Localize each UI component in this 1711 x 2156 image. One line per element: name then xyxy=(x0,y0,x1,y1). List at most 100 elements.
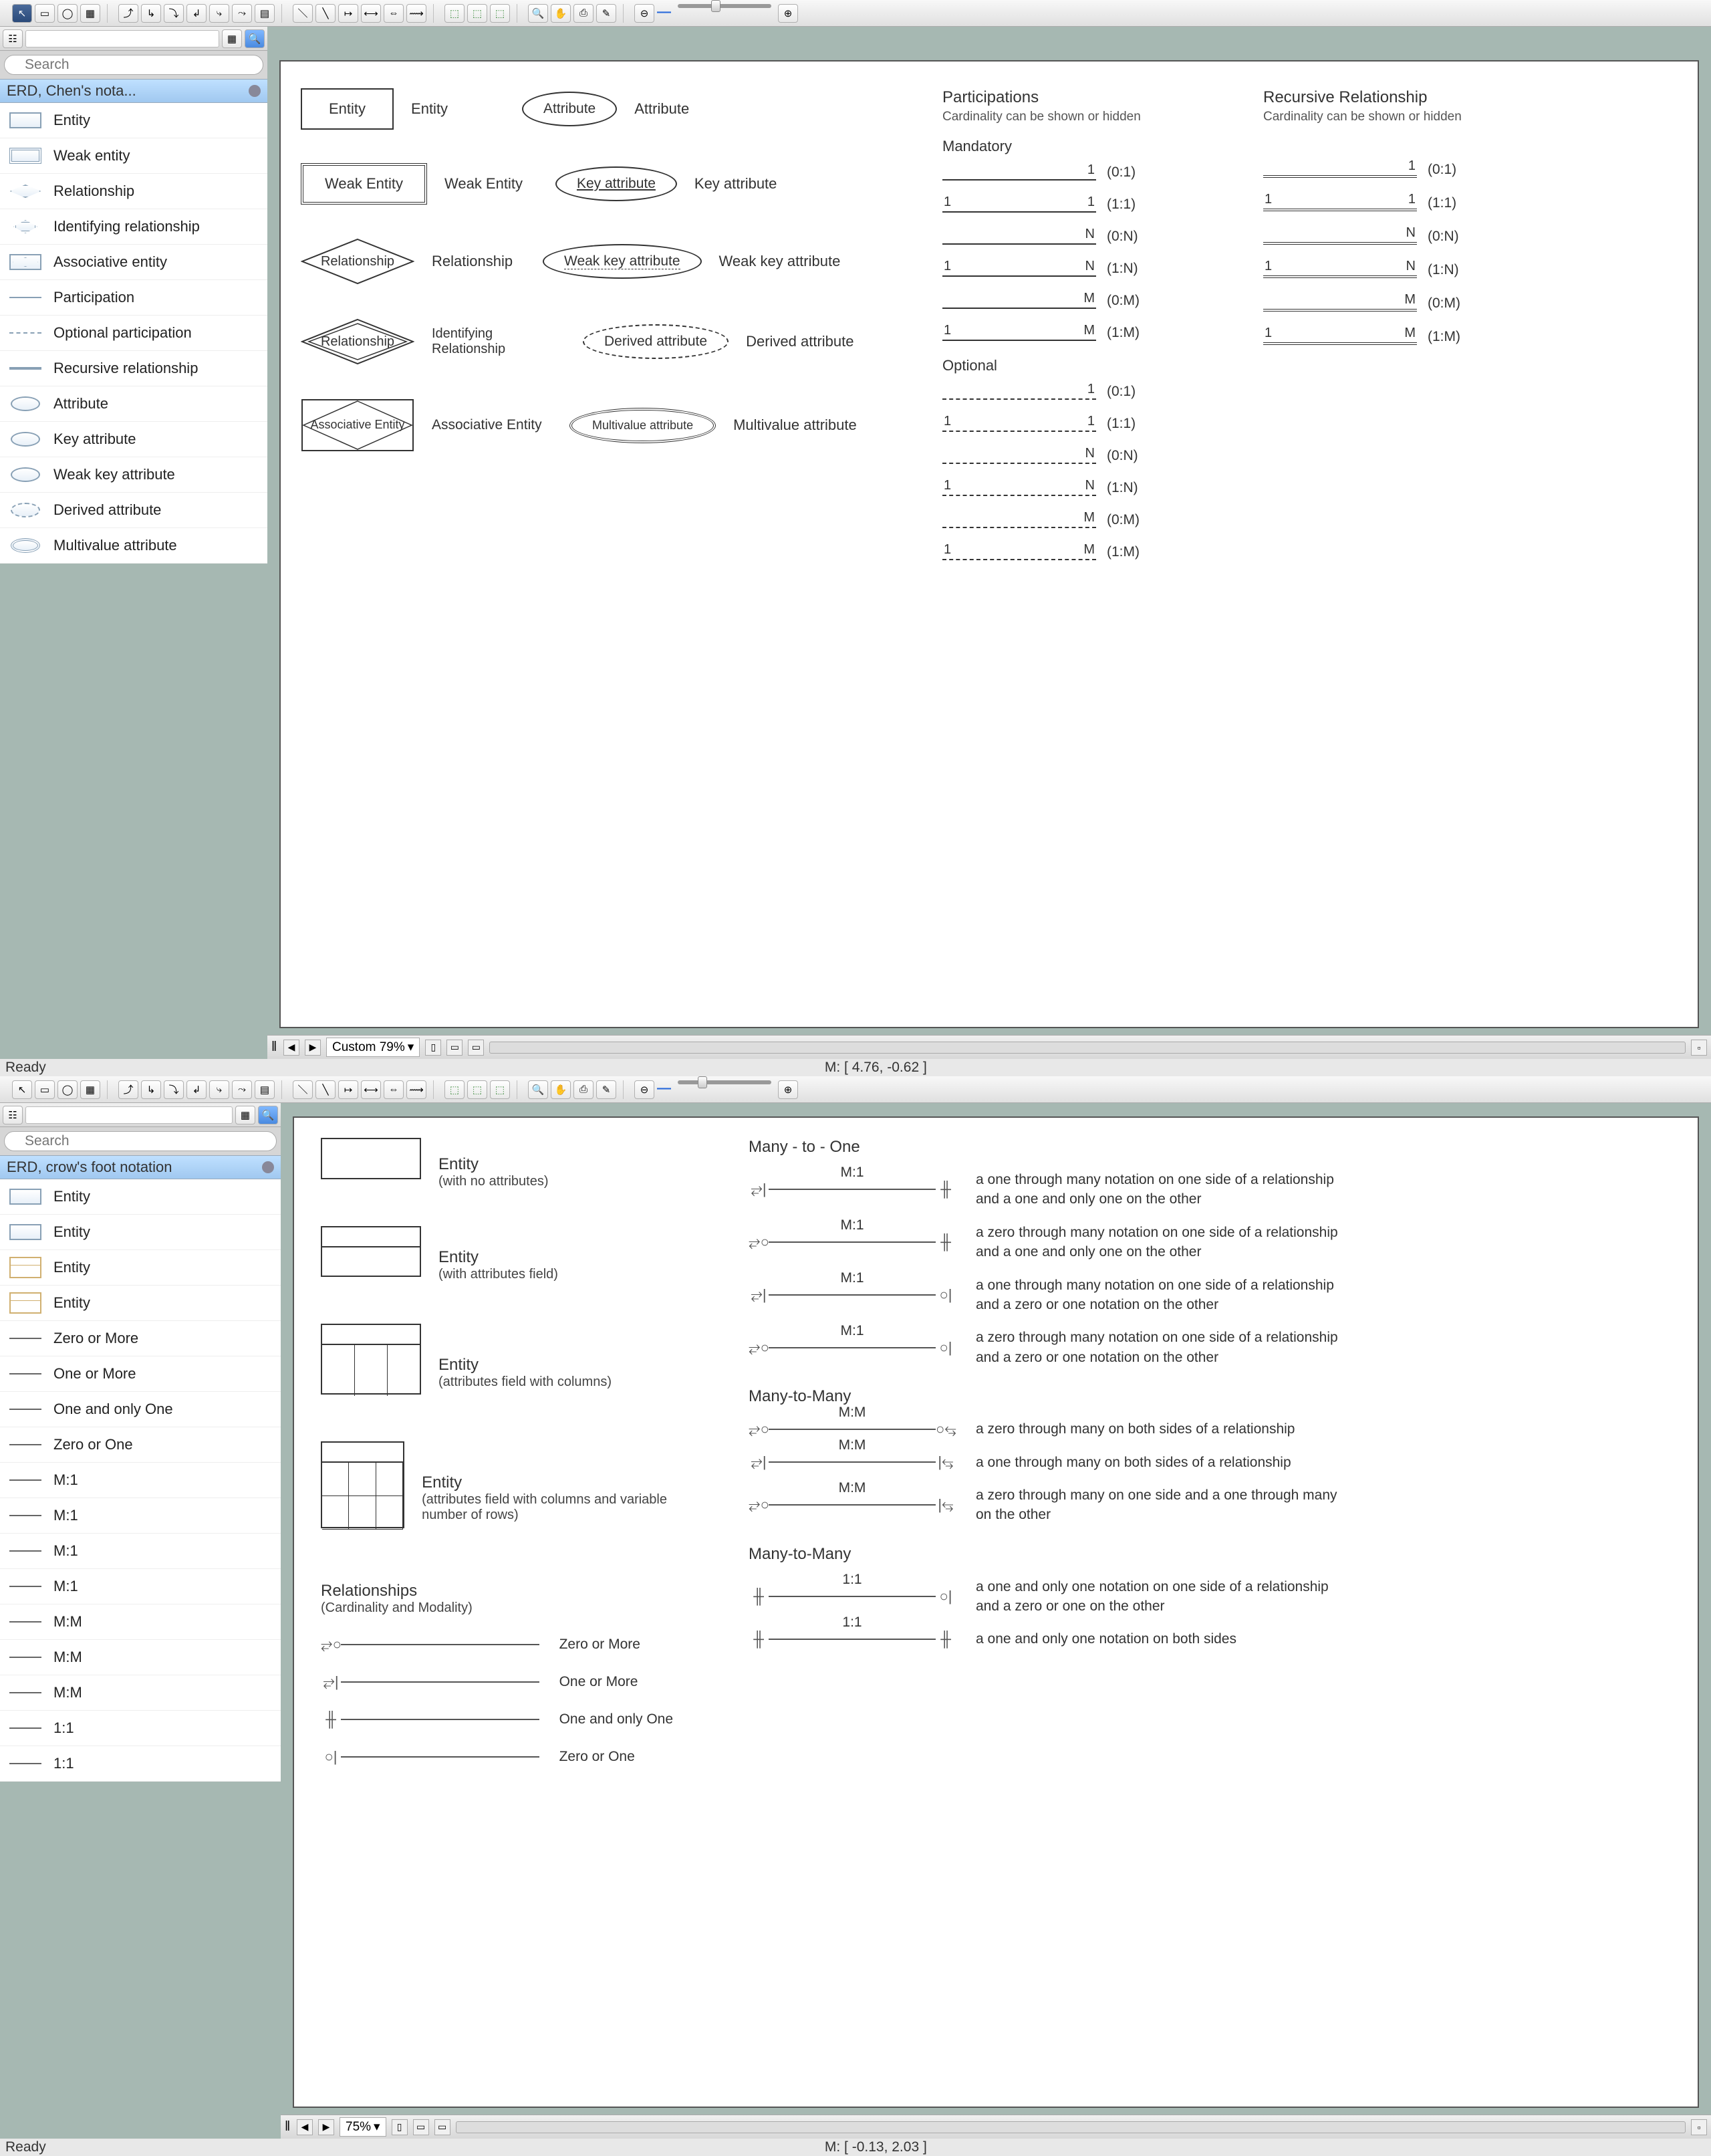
stencil-item[interactable]: Weak entity xyxy=(0,138,267,174)
table-tool-icon[interactable]: ▦ xyxy=(80,1080,100,1099)
connector-tool-1-icon[interactable]: ⤴ xyxy=(118,4,138,23)
crow-relationship[interactable]: ⥂○M:M○⥃ a zero through many on both side… xyxy=(749,1419,1671,1439)
view-mode-3-icon[interactable]: ▭ xyxy=(468,1040,484,1056)
stencil-item[interactable]: Entity xyxy=(0,1250,281,1286)
connector-tool-5-icon[interactable]: ⤷ xyxy=(209,4,229,23)
stencil-item[interactable]: Zero or One xyxy=(0,1427,281,1463)
participation-line[interactable]: 1M (1:M) xyxy=(942,325,1236,341)
stencil-panel-title[interactable]: ERD, Chen's nota... xyxy=(0,79,267,103)
tree-view-icon[interactable]: ☷ xyxy=(3,1106,23,1124)
zoom-in-icon[interactable]: 🔍 xyxy=(528,4,548,23)
participation-line[interactable]: 1 (0:1) xyxy=(1263,160,1557,178)
crow-relationship[interactable]: ╫1:1╫ a one and only one notation on bot… xyxy=(749,1629,1671,1649)
line-tool-2-icon[interactable]: ╲ xyxy=(315,1080,336,1099)
edit-tool-icon[interactable]: ✎ xyxy=(596,4,616,23)
group-tool-3-icon[interactable]: ⬚ xyxy=(490,1080,510,1099)
entity-shape-cols[interactable] xyxy=(321,1324,421,1395)
line-tool-2-icon[interactable]: ╲ xyxy=(315,4,336,23)
close-panel-icon[interactable] xyxy=(249,85,261,97)
associative-entity-shape[interactable]: Associative Entity xyxy=(301,398,414,452)
participation-line[interactable]: 11 (1:1) xyxy=(942,416,1236,432)
stencil-item[interactable]: Entity xyxy=(0,1215,281,1250)
stencil-item[interactable]: Recursive relationship xyxy=(0,351,267,386)
drawing-canvas[interactable]: Entity Entity Attribute Attribute Weak E… xyxy=(279,60,1699,1028)
connector-tool-5-icon[interactable]: ⤷ xyxy=(209,1080,229,1099)
connector-tool-3-icon[interactable]: ⤵ xyxy=(164,1080,184,1099)
connector-tool-1-icon[interactable]: ⤴ xyxy=(118,1080,138,1099)
zoom-field[interactable]: 75%▾ xyxy=(340,2117,386,2137)
identifying-relationship-shape[interactable]: Relationship xyxy=(301,318,414,365)
crow-relationship[interactable]: ⥂○M:1○| a zero through many notation on … xyxy=(749,1328,1671,1367)
participation-line[interactable]: 11 (1:1) xyxy=(942,197,1236,213)
multivalue-attribute-shape[interactable]: Multivalue attribute xyxy=(569,408,716,443)
participation-line[interactable]: 1 (0:1) xyxy=(942,384,1236,400)
stencil-item[interactable]: Zero or More xyxy=(0,1321,281,1356)
sidebar-field[interactable] xyxy=(25,30,219,47)
participation-line[interactable]: N (0:N) xyxy=(942,229,1236,245)
connector-tool-2-icon[interactable]: ↳ xyxy=(141,1080,161,1099)
crow-relationship[interactable]: ⥂○M:M|⥃ a zero through many on one side … xyxy=(749,1485,1671,1525)
relationship-basic[interactable]: ⥂○ Zero or More xyxy=(321,1636,708,1653)
entity-shape-attr[interactable] xyxy=(321,1226,421,1277)
stencil-item[interactable]: M:1 xyxy=(0,1463,281,1498)
participation-line[interactable]: M (0:M) xyxy=(1263,294,1557,312)
crow-relationship[interactable]: ⥂|M:1╫ a one through many notation on on… xyxy=(749,1170,1671,1209)
search-toggle-icon[interactable]: 🔍 xyxy=(258,1106,278,1124)
pointer-tool-icon[interactable]: ↖ xyxy=(12,1080,32,1099)
relationship-basic[interactable]: ○| Zero or One xyxy=(321,1748,708,1766)
stencil-item[interactable]: Attribute xyxy=(0,386,267,422)
group-tool-1-icon[interactable]: ⬚ xyxy=(444,4,465,23)
ellipse-tool-icon[interactable]: ◯ xyxy=(57,1080,78,1099)
entity-shape-grid[interactable] xyxy=(321,1441,404,1528)
participation-line[interactable]: 11 (1:1) xyxy=(1263,194,1557,211)
line-tool-5-icon[interactable]: ⇔ xyxy=(384,4,404,23)
zoom-out-icon[interactable]: ⊖ xyxy=(634,1080,654,1099)
crow-relationship[interactable]: ⥂|M:1○| a one through many notation on o… xyxy=(749,1276,1671,1315)
line-tool-6-icon[interactable]: ⟿ xyxy=(406,1080,426,1099)
print-tool-icon[interactable]: ⎙ xyxy=(573,4,594,23)
connector-tool-4-icon[interactable]: ↲ xyxy=(186,4,207,23)
line-tool-1-icon[interactable]: ＼ xyxy=(293,1080,313,1099)
stencil-item[interactable]: Relationship xyxy=(0,174,267,209)
view-mode-3-icon[interactable]: ▭ xyxy=(434,2119,450,2135)
stencil-item[interactable]: Participation xyxy=(0,280,267,316)
tree-view-icon[interactable]: ☷ xyxy=(3,29,23,48)
attribute-shape[interactable]: Attribute xyxy=(522,92,617,126)
stencil-item[interactable]: M:M xyxy=(0,1675,281,1711)
stencil-item[interactable]: One and only One xyxy=(0,1392,281,1427)
entity-shape[interactable]: Entity xyxy=(301,88,394,130)
pointer-tool-icon[interactable]: ↖ xyxy=(12,4,32,23)
drawing-canvas-2[interactable]: Entity(with no attributes) Entity(with a… xyxy=(293,1116,1699,2108)
zoom-in-2-icon[interactable]: ⊕ xyxy=(778,1080,798,1099)
page-prev-icon[interactable]: ◀ xyxy=(283,1040,299,1056)
connector-tool-6-icon[interactable]: ⤳ xyxy=(232,1080,252,1099)
grid-view-icon[interactable]: ▦ xyxy=(222,29,242,48)
crow-relationship[interactable]: ╫1:1○| a one and only one notation on on… xyxy=(749,1577,1671,1616)
participation-line[interactable]: 1N (1:N) xyxy=(942,480,1236,496)
corner-icon[interactable]: ▫ xyxy=(1691,2119,1707,2135)
zoom-out-icon[interactable]: ⊖ xyxy=(634,4,654,23)
sidebar-field[interactable] xyxy=(25,1106,233,1124)
weak-key-attribute-shape[interactable]: Weak key attribute xyxy=(543,244,702,279)
stencil-item[interactable]: M:1 xyxy=(0,1569,281,1604)
connector-tool-2-icon[interactable]: ↳ xyxy=(141,4,161,23)
view-mode-2-icon[interactable]: ▭ xyxy=(413,2119,429,2135)
view-mode-1-icon[interactable]: ▯ xyxy=(392,2119,408,2135)
stencil-item[interactable]: Associative entity xyxy=(0,245,267,280)
participation-line[interactable]: M (0:M) xyxy=(942,293,1236,309)
group-tool-2-icon[interactable]: ⬚ xyxy=(467,4,487,23)
participation-line[interactable]: 1M (1:M) xyxy=(1263,328,1557,345)
stencil-item[interactable]: Weak key attribute xyxy=(0,457,267,493)
stencil-panel-title[interactable]: ERD, crow's foot notation xyxy=(0,1155,281,1179)
stencil-item[interactable]: One or More xyxy=(0,1356,281,1392)
relationship-basic[interactable]: ⥂| One or More xyxy=(321,1673,708,1691)
stencil-item[interactable]: Derived attribute xyxy=(0,493,267,528)
page-next-icon[interactable]: ▶ xyxy=(305,1040,321,1056)
line-tool-4-icon[interactable]: ⟷ xyxy=(361,4,381,23)
connector-tool-4-icon[interactable]: ↲ xyxy=(186,1080,207,1099)
stencil-item[interactable]: M:M xyxy=(0,1604,281,1640)
view-mode-1-icon[interactable]: ▯ xyxy=(425,1040,441,1056)
ellipse-tool-icon[interactable]: ◯ xyxy=(57,4,78,23)
line-tool-4-icon[interactable]: ⟷ xyxy=(361,1080,381,1099)
connector-tool-7-icon[interactable]: ▤ xyxy=(255,1080,275,1099)
